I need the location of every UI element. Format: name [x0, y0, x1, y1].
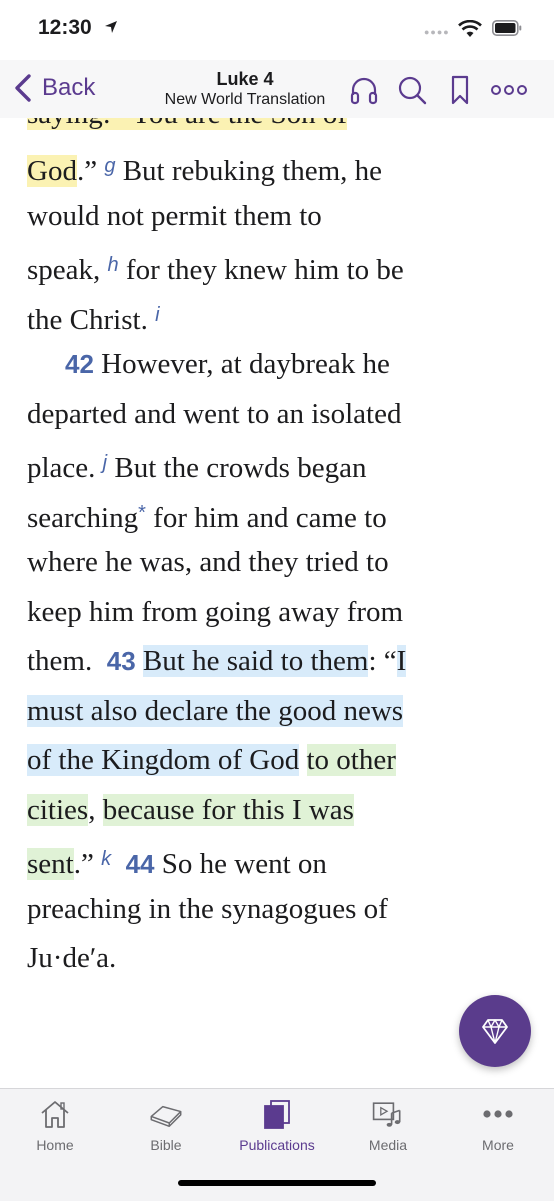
highlight-blue: of the Kingdom of God	[27, 744, 300, 776]
verse-number[interactable]: 42	[65, 349, 94, 379]
text-fragment: place.	[27, 452, 96, 484]
status-bar: 12:30 ●●●●	[0, 0, 554, 60]
text-fragment: But the crowds began	[107, 452, 367, 484]
back-label: Back	[42, 74, 96, 101]
text-line: of the Kingdom of God to other	[27, 738, 396, 782]
text-line: God.” g But rebuking them, he	[27, 144, 382, 188]
text-fragment: However, at daybreak he	[93, 348, 390, 380]
highlight-green: to other	[306, 744, 396, 776]
text-line: keep him from going away from	[27, 596, 404, 628]
text-line: speak, h for they knew him to be	[27, 243, 404, 287]
status-time: 12:30	[38, 16, 92, 39]
text-fragment: : “	[368, 645, 397, 677]
text-line: cities, because for this I was	[27, 788, 354, 832]
verse-number[interactable]: 44	[126, 849, 155, 879]
text-line: saying: “You are the Son of	[27, 118, 348, 136]
home-icon	[41, 1101, 69, 1128]
text-line: preaching in the synagogues of	[27, 893, 388, 925]
text-line: where he was, and they tried to	[27, 546, 389, 578]
back-button[interactable]: Back	[12, 70, 95, 106]
location-arrow-icon	[105, 21, 117, 33]
navigation-bar: Back Luke 4 New World Translation	[0, 60, 554, 118]
text-fragment: .”	[76, 155, 105, 187]
chapter-title-text: Luke 4	[216, 69, 274, 89]
text-fragment: for him and came to	[145, 502, 387, 534]
signal-dots-icon: ●●●●	[424, 27, 450, 37]
wifi-icon	[458, 20, 482, 37]
highlight-green: sent	[27, 848, 74, 880]
highlight-yellow: God	[27, 155, 77, 187]
chapter-title[interactable]: Luke 4 New World Translation	[140, 68, 350, 110]
text-line: would not permit them to	[27, 200, 322, 232]
text-line: departed and went to an isolated	[27, 398, 402, 430]
footnote-marker[interactable]: i	[155, 304, 159, 326]
tab-label: Publications	[239, 1137, 315, 1153]
home-indicator	[178, 1180, 376, 1186]
headphones-icon[interactable]	[348, 74, 380, 106]
text-fragment: .”	[73, 848, 102, 880]
more-icon	[483, 1110, 513, 1118]
tab-label: More	[482, 1137, 514, 1153]
text-fragment: But rebuking them, he	[115, 155, 383, 187]
tab-bible[interactable]: Bible	[111, 1097, 221, 1167]
study-tools-button[interactable]	[459, 995, 531, 1067]
highlight-blue: must also declare the good news	[27, 695, 404, 727]
bible-icon	[150, 1105, 182, 1128]
text-fragment: speak,	[27, 254, 101, 286]
media-icon	[372, 1102, 401, 1127]
tab-label: Home	[36, 1137, 74, 1153]
text-line: Ju·deʹa.	[27, 942, 117, 974]
bible-text: saying: “You are the Son of God.” g But …	[27, 118, 527, 1078]
tab-label: Bible	[150, 1137, 182, 1153]
tab-more[interactable]: More	[443, 1097, 553, 1167]
text-line: sent.” k 44 So he went on	[27, 837, 327, 881]
text-line: the Christ. i	[27, 293, 160, 337]
footnote-marker[interactable]: g	[104, 155, 115, 177]
search-icon[interactable]	[396, 74, 428, 106]
verse-number[interactable]: 43	[107, 646, 136, 676]
text-line: searching* for him and came to	[27, 491, 387, 535]
translation-name: New World Translation	[164, 91, 326, 108]
highlight-green: because for this I was	[102, 794, 354, 826]
highlight-green: cities	[27, 794, 89, 826]
text-fragment: the Christ.	[27, 304, 148, 336]
footnote-marker[interactable]: h	[108, 254, 119, 276]
text-fragment: searching	[27, 502, 139, 534]
bookmark-icon[interactable]	[444, 74, 476, 106]
battery-icon	[492, 20, 522, 36]
tab-publications[interactable]: Publications	[222, 1097, 332, 1167]
text-fragment: So he went on	[154, 848, 327, 880]
tab-media[interactable]: Media	[333, 1097, 443, 1167]
text-fragment: ,	[88, 794, 96, 826]
more-options-icon[interactable]	[490, 74, 528, 106]
text-line: them. 43 But he said to them: “I	[27, 639, 407, 683]
text-line: 42 However, at daybreak he	[65, 342, 390, 386]
highlight-blue: I	[396, 645, 407, 677]
text-fragment: for they knew him to be	[118, 254, 404, 286]
chevron-left-icon	[15, 74, 31, 102]
publications-icon	[264, 1100, 290, 1129]
text-fragment: them.	[27, 645, 93, 677]
highlight-yellow: saying: “You are the Son of	[27, 118, 348, 130]
tab-home[interactable]: Home	[0, 1097, 110, 1167]
text-line: place. j But the crowds began	[27, 441, 366, 485]
tab-label: Media	[368, 1137, 408, 1153]
gem-icon	[482, 1019, 508, 1044]
highlight-blue: But he said to them	[142, 645, 369, 677]
text-line: must also declare the good news	[27, 689, 404, 733]
asterisk-footnote[interactable]: *	[138, 502, 146, 524]
footnote-marker[interactable]: k	[101, 848, 111, 870]
